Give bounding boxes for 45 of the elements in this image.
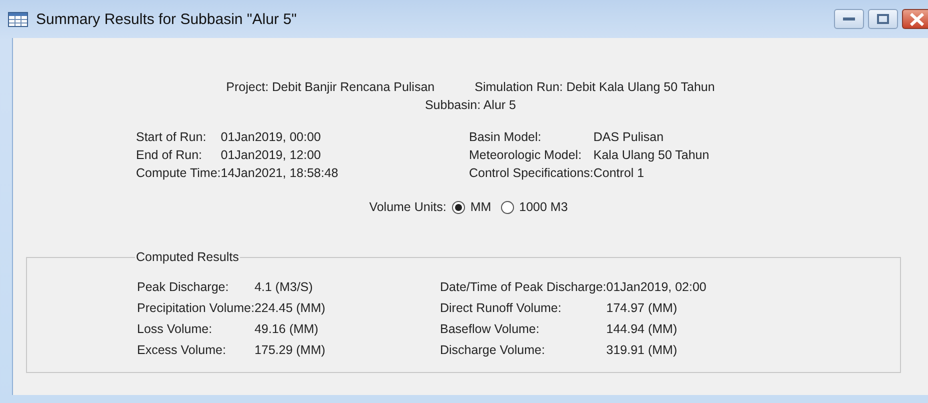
field-value: 319.91 (MM) (606, 342, 678, 356)
panel-title: Computed Results (135, 250, 240, 264)
close-button[interactable] (902, 9, 928, 29)
radio-button[interactable] (452, 200, 466, 214)
maximize-button[interactable] (868, 9, 898, 29)
field-label: Compute Time: (136, 166, 221, 180)
field-value: Kala Ulang 50 Tahun (593, 148, 710, 162)
field-label: Control Specifications: (469, 166, 594, 180)
radio-label[interactable]: 1000 M3 (519, 200, 568, 214)
field-label: End of Run: (136, 148, 204, 162)
radio-label[interactable]: MM (470, 200, 492, 214)
field-value: 01Jan2019, 12:00 (220, 148, 322, 162)
field-value: 4.1 (M3/S) (254, 280, 314, 294)
field-value: DAS Pulisan (593, 130, 665, 144)
project-text: Project: Debit Banjir Rencana Pulisan (226, 80, 435, 94)
field-value: 224.45 (MM) (254, 300, 326, 314)
field-value: 01Jan2019, 00:00 (220, 130, 322, 144)
field-value: 49.16 (MM) (254, 322, 320, 336)
field-value: 14Jan2021, 18:58:48 (220, 166, 340, 180)
field-value: 01Jan2019, 02:00 (606, 280, 708, 294)
field-label: Baseflow Volume: (440, 322, 540, 336)
field-label: Direct Runoff Volume: (440, 300, 562, 314)
field-label: Precipitation Volume: (137, 300, 254, 314)
simulation-run-text: Simulation Run: Debit Kala Ulang 50 Tahun (474, 80, 715, 94)
maximize-icon (877, 14, 889, 24)
field-label: Discharge Volume: (440, 342, 546, 356)
field-value: 175.29 (MM) (254, 342, 326, 356)
close-icon (909, 12, 925, 26)
field-label: Peak Discharge: (137, 280, 230, 294)
table-icon (8, 12, 28, 26)
window-title: Summary Results for Subbasin "Alur 5" (36, 10, 297, 28)
minimize-button[interactable] (834, 9, 864, 29)
field-value: 144.94 (MM) (606, 322, 678, 336)
field-value: 174.97 (MM) (606, 300, 678, 314)
field-label: Start of Run: (136, 130, 208, 144)
field-value: Control 1 (593, 166, 646, 180)
field-label: Basin Model: (469, 130, 542, 144)
field-label: Meteorologic Model: (469, 148, 583, 162)
field-label: Date/Time of Peak Discharge: (440, 280, 606, 294)
minimize-icon (843, 17, 855, 21)
field-label: Excess Volume: (137, 342, 227, 356)
subbasin-text: Subbasin: Alur 5 (424, 98, 516, 112)
volume-units-label: Volume Units: (369, 200, 446, 214)
field-label: Loss Volume: (137, 322, 214, 336)
radio-button[interactable] (501, 200, 514, 214)
